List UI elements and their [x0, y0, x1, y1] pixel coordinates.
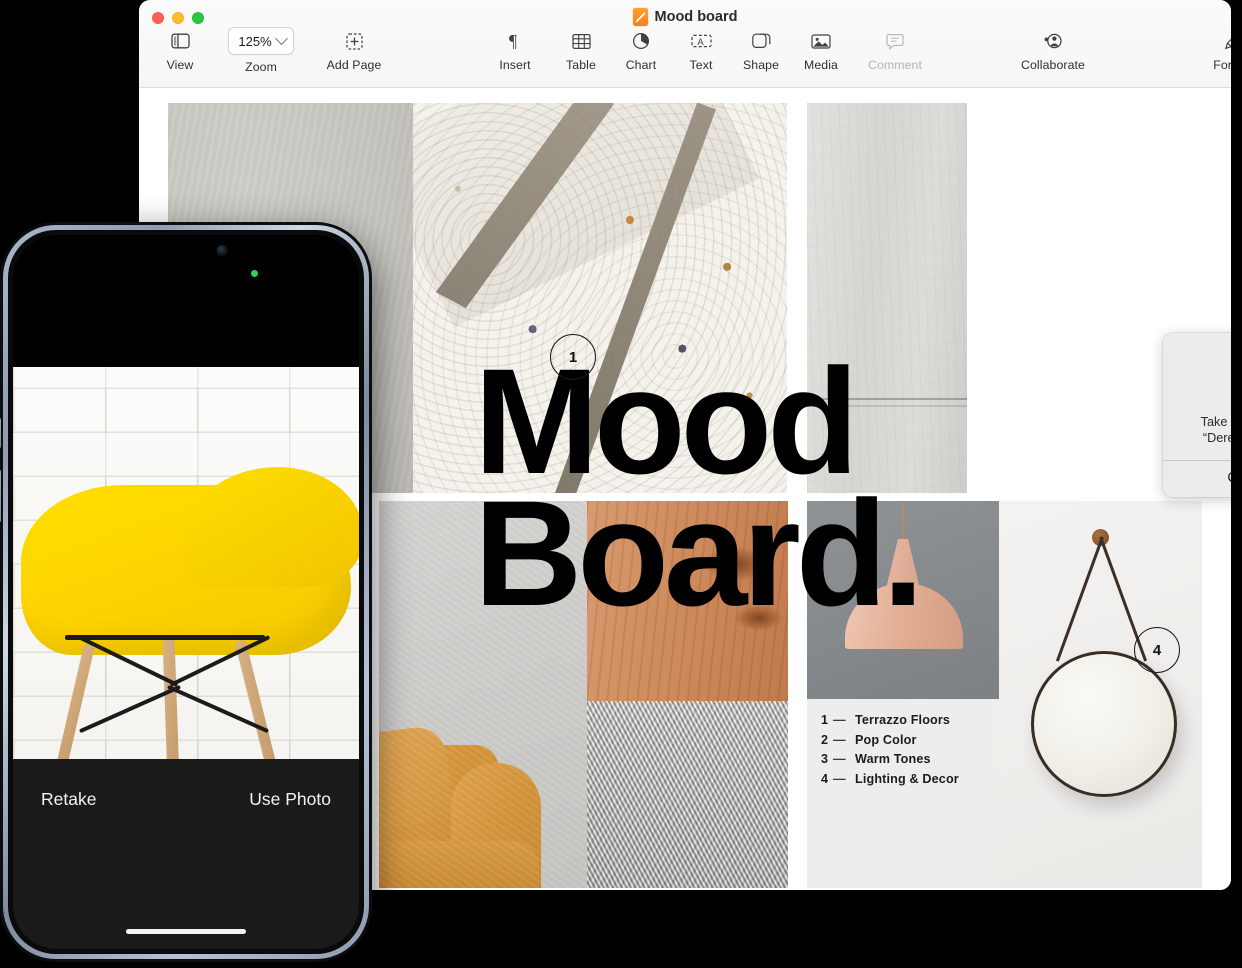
legend-number: 2 [821, 732, 829, 747]
toolbar-table-label: Table [566, 58, 596, 72]
svg-text:A: A [697, 37, 704, 48]
front-camera-icon [216, 245, 228, 256]
badge-number: 1 [568, 348, 578, 366]
paintbrush-icon [1224, 28, 1231, 54]
pie-chart-icon [632, 28, 650, 54]
toolbar-view-label: View [166, 58, 194, 72]
shape-icon [751, 28, 771, 54]
badge-marker-1[interactable]: 1 [550, 334, 596, 380]
zoom-popup-icon: 125% [228, 27, 294, 55]
legend-label: Warm Tones [855, 752, 931, 766]
collaborate-person-icon [1043, 28, 1063, 54]
toolbar-comment-button[interactable]: Comment [858, 28, 932, 72]
legend-dash: — [833, 732, 846, 747]
camera-privacy-indicator-icon [251, 270, 258, 277]
retake-button[interactable]: Retake [41, 789, 96, 810]
captured-photo-preview [13, 367, 359, 785]
image-concrete-column[interactable] [807, 103, 967, 493]
toolbar-view-button[interactable]: View [155, 28, 205, 72]
toolbar-add-page-label: Add Page [326, 58, 382, 72]
iphone-notch [107, 235, 265, 266]
legend-panel: 1 — Terrazzo Floors 2 — Pop Color 3 — Wa… [807, 699, 999, 888]
window-titlebar[interactable]: Mood board View 125% Zoom Add Page ¶ Ins… [139, 0, 1231, 88]
toolbar-collaborate-label: Collaborate [1021, 58, 1085, 72]
toolbar-table-button[interactable]: Table [556, 28, 606, 72]
legend-number: 1 [821, 713, 829, 727]
comment-bubble-icon [886, 28, 904, 54]
toolbar-collaborate-button[interactable]: Collaborate [1008, 28, 1098, 72]
table-icon [571, 28, 591, 54]
window-title: Mood board [139, 8, 1231, 26]
iphone-screen[interactable]: Retake Use Photo [13, 235, 359, 949]
image-plaster-wall-sofa[interactable] [379, 501, 587, 888]
image-round-mirror[interactable] [999, 501, 1202, 888]
legend-number: 3 [821, 752, 829, 766]
use-photo-button[interactable]: Use Photo [249, 789, 331, 810]
toolbar-chart-button[interactable]: Chart [616, 28, 666, 72]
close-window-button[interactable] [152, 12, 164, 24]
text-box-icon: A [690, 28, 712, 54]
image-fur-rug[interactable] [587, 701, 788, 888]
chair-wire-strut [65, 635, 265, 640]
legend-dash: — [833, 752, 846, 766]
continuity-camera-popover[interactable]: Take a photo with “Derek’s iPhone” Cance… [1163, 333, 1231, 497]
zoom-percent-popup[interactable]: 125% [228, 27, 294, 55]
iphone-volume-up-button[interactable] [0, 418, 1, 448]
toolbar-format-button[interactable]: Format [1202, 28, 1231, 72]
legend-item: 3 — Warm Tones [821, 752, 959, 766]
toolbar-text-label: Text [689, 58, 713, 72]
toolbar-insert-label: Insert [499, 58, 531, 72]
maximize-window-button[interactable] [192, 12, 204, 24]
toolbar-comment-label: Comment [867, 58, 922, 72]
badge-number: 4 [1152, 641, 1162, 659]
toolbar-media-button[interactable]: Media [796, 28, 846, 72]
camera-preview-actionbar: Retake Use Photo [13, 759, 359, 949]
iphone-bezel: Retake Use Photo [8, 230, 364, 954]
toolbar-format-label: Format [1213, 58, 1231, 72]
image-terrazzo-slab[interactable] [413, 103, 787, 493]
popover-title-line1: Take a photo with [1200, 415, 1231, 429]
toolbar-chart-label: Chart [625, 58, 657, 72]
toolbar-add-page-button[interactable]: Add Page [321, 28, 387, 72]
legend-label: Lighting & Decor [855, 771, 959, 786]
iphone-volume-down-button[interactable] [0, 470, 1, 522]
toolbar-shape-label: Shape [742, 58, 780, 72]
traffic-light-controls [152, 12, 204, 24]
home-indicator[interactable] [126, 929, 246, 934]
pilcrow-icon: ¶ [508, 28, 523, 54]
legend-label: Terrazzo Floors [855, 713, 951, 727]
legend-item: 1 — Terrazzo Floors [821, 713, 959, 727]
legend-dash: — [833, 771, 846, 786]
popover-cancel-button[interactable]: Cancel [1163, 461, 1231, 497]
window-title-text: Mood board [654, 9, 738, 25]
toolbar: View 125% Zoom Add Page ¶ Insert Table C… [139, 27, 1231, 86]
media-image-icon [811, 28, 831, 54]
popover-title-line2: “Derek’s iPhone” [1202, 431, 1231, 446]
legend-number: 4 [821, 771, 829, 786]
toolbar-insert-button[interactable]: ¶ Insert [490, 28, 540, 72]
chevron-down-icon [274, 31, 288, 45]
toolbar-zoom-label: Zoom [245, 60, 277, 74]
toolbar-shape-button[interactable]: Shape [736, 28, 786, 72]
add-page-icon [345, 28, 363, 54]
legend-item: 2 — Pop Color [821, 733, 959, 747]
legend-dash: — [833, 713, 846, 727]
popover-body: Take a photo with “Derek’s iPhone” [1163, 333, 1231, 460]
toolbar-zoom-control[interactable]: 125% Zoom [225, 27, 297, 74]
zoom-value: 125% [238, 33, 272, 49]
image-pendant-lamp[interactable] [807, 501, 999, 699]
legend-label: Pop Color [855, 732, 917, 747]
image-wood-grain[interactable] [587, 501, 788, 701]
toolbar-text-button[interactable]: A Text [676, 28, 726, 72]
toolbar-media-label: Media [804, 58, 838, 72]
badge-marker-4[interactable]: 4 [1134, 627, 1180, 673]
svg-text:¶: ¶ [509, 32, 517, 50]
sidebar-icon [170, 28, 190, 54]
minimize-window-button[interactable] [172, 12, 184, 24]
legend-list: 1 — Terrazzo Floors 2 — Pop Color 3 — Wa… [821, 713, 959, 791]
pages-document-icon [632, 8, 648, 26]
iphone-device: Retake Use Photo [0, 222, 372, 962]
legend-item: 4 — Lighting & Decor [821, 772, 959, 786]
